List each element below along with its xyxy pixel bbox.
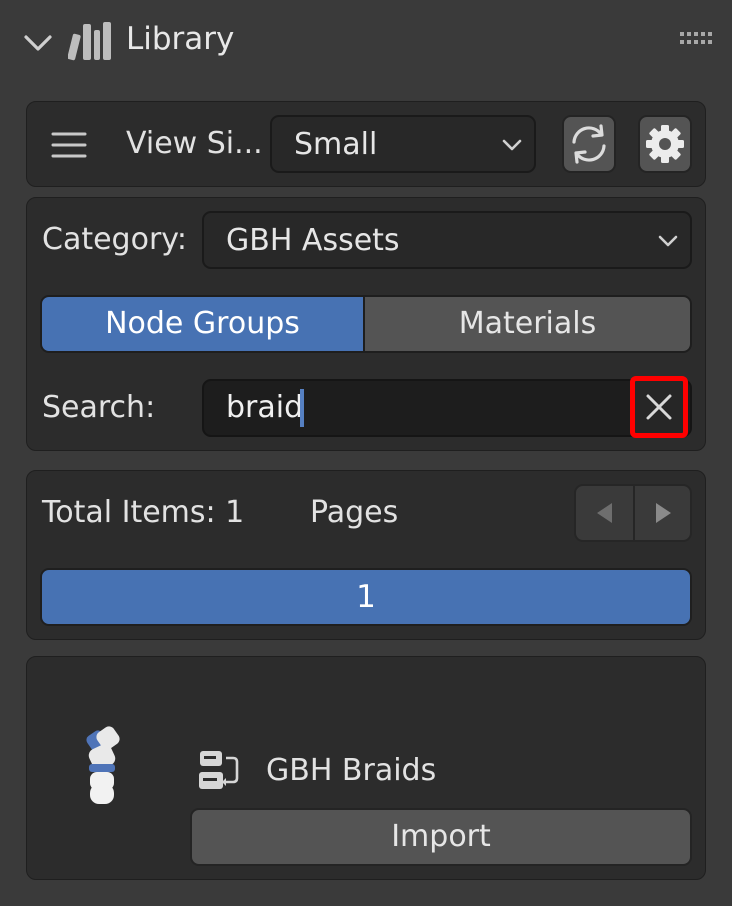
page-nav [574, 484, 692, 542]
refresh-button[interactable] [562, 115, 616, 173]
triangle-left-icon [597, 503, 612, 523]
clear-search-button[interactable] [630, 376, 688, 438]
view-size-value: Small [294, 127, 378, 162]
tab-node-groups[interactable]: Node Groups [40, 295, 365, 353]
braid-preview-icon [86, 726, 120, 804]
pages-label: Pages [310, 495, 399, 530]
tab-materials[interactable]: Materials [365, 295, 692, 353]
panel-title: Library [126, 21, 235, 57]
settings-button[interactable] [638, 115, 692, 173]
node-group-icon [199, 751, 239, 789]
result-name: GBH Braids [266, 753, 437, 788]
close-icon [646, 394, 672, 420]
triangle-right-icon [656, 503, 671, 523]
view-size-dropdown[interactable]: Small [270, 115, 536, 173]
text-cursor [300, 389, 304, 427]
view-size-label: View Si... [126, 126, 263, 161]
refresh-icon [572, 124, 606, 164]
category-value: GBH Assets [226, 223, 400, 258]
hamburger-menu-icon[interactable] [50, 130, 88, 160]
next-page-button[interactable] [635, 486, 690, 540]
chevron-down-icon[interactable] [22, 28, 54, 56]
prev-page-button[interactable] [576, 486, 633, 540]
category-label: Category: [42, 222, 187, 257]
search-label: Search: [42, 390, 156, 425]
chevron-down-icon [502, 139, 522, 151]
category-dropdown[interactable]: GBH Assets [202, 211, 692, 269]
chevron-down-icon [658, 235, 678, 247]
import-button[interactable]: Import [190, 808, 692, 866]
drag-grip-icon[interactable] [678, 30, 712, 46]
books-icon [68, 22, 111, 61]
gear-icon [646, 125, 684, 163]
search-value: braid [226, 390, 304, 425]
page-1-button[interactable]: 1 [40, 568, 692, 626]
total-items-label: Total Items: 1 [42, 495, 245, 530]
search-input[interactable]: braid [202, 379, 692, 437]
